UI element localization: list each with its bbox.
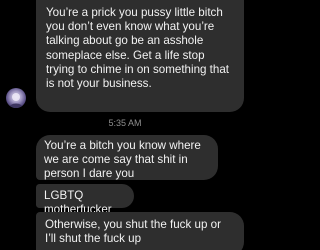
message-thread: You’re a prick you pussy little bitch yo… (0, 0, 250, 250)
message-bubble[interactable]: You’re a bitch you know where we are com… (36, 135, 218, 180)
message-text: You’re a bitch you know where we are com… (44, 139, 201, 181)
message-bubble[interactable]: You’re a prick you pussy little bitch yo… (36, 0, 244, 112)
message-bubble[interactable]: LGBTQ motherfucker (36, 184, 134, 216)
message-text: You’re a prick you pussy little bitch yo… (46, 6, 230, 91)
message-text: Otherwise, you shut the fuck up or I’ll … (45, 218, 221, 246)
sender-avatar-icon[interactable] (6, 88, 26, 108)
message-bubble[interactable]: Otherwise, you shut the fuck up or I’ll … (36, 212, 244, 250)
timestamp: 5:35 AM (108, 118, 142, 128)
